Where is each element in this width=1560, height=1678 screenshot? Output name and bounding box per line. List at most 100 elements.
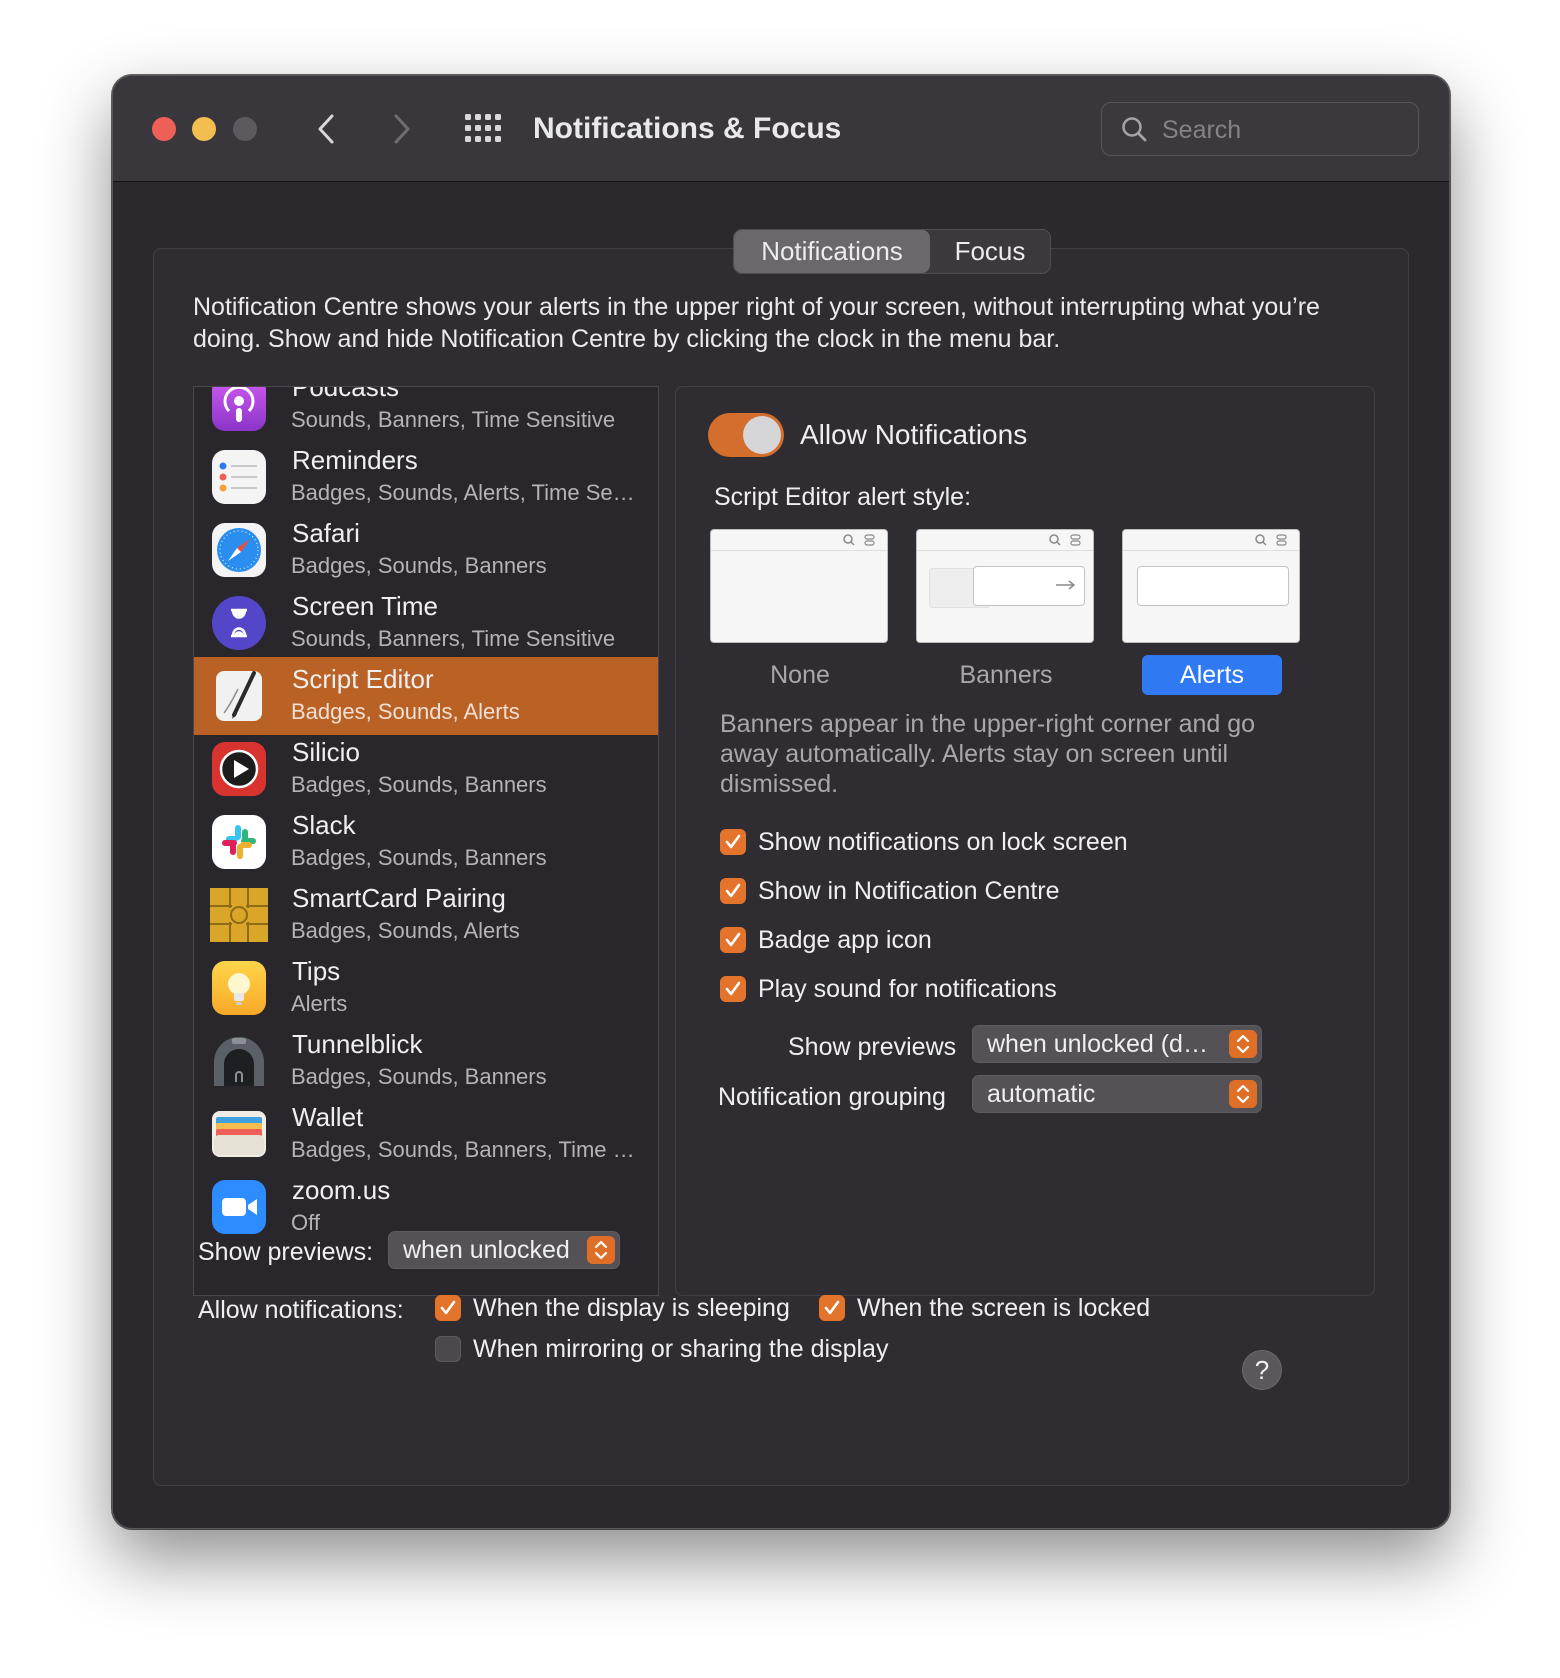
checkbox-label: When mirroring or sharing the display	[473, 1334, 889, 1363]
checkbox-checked[interactable]	[720, 878, 746, 904]
app-notification-summary: Badges, Sounds, Banners, Time Sensitive	[291, 1137, 641, 1162]
show-in-notification-centre-option[interactable]: Show in Notification Centre	[720, 876, 1060, 906]
checkbox-label: When the screen is locked	[857, 1293, 1151, 1322]
app-notification-summary: Badges, Sounds, Alerts	[291, 699, 520, 724]
safari-icon	[212, 523, 266, 577]
app-notification-summary: Sounds, Banners, Time Sensitive	[291, 626, 616, 651]
list-item[interactable]: Safari Badges, Sounds, Banners	[194, 511, 658, 589]
arrow-right-icon	[1056, 580, 1076, 590]
wallet-icon	[212, 1111, 266, 1157]
allow-when-screen-locked-option[interactable]: When the screen is locked	[819, 1293, 1150, 1323]
list-item[interactable]: Screen Time Sounds, Banners, Time Sensit…	[194, 584, 658, 662]
checkmark-icon	[440, 1300, 456, 1315]
tab-bar: Notifications Focus	[733, 229, 1051, 274]
menu-bar-icons	[843, 534, 875, 546]
search-input[interactable]	[1160, 111, 1404, 149]
menu-bar-icons	[1255, 534, 1287, 546]
back-button[interactable]	[305, 106, 349, 152]
app-notification-summary: Badges, Sounds, Banners	[291, 772, 547, 797]
intro-text: Notification Centre shows your alerts in…	[193, 293, 1320, 353]
app-list[interactable]: Podcasts Sounds, Banners, Time Sensitive…	[193, 386, 659, 1296]
help-button[interactable]: ?	[1242, 1350, 1282, 1390]
close-window-button[interactable]	[152, 117, 176, 141]
app-notification-summary: Badges, Sounds, Banners	[291, 845, 547, 870]
alert-style-preview	[710, 529, 888, 643]
checkmark-icon	[725, 932, 741, 947]
show-on-lock-screen-option[interactable]: Show notifications on lock screen	[720, 827, 1128, 857]
alert-style-label: Script Editor alert style:	[714, 483, 972, 511]
checkbox-checked[interactable]	[720, 829, 746, 855]
select-arrows-icon	[1229, 1080, 1257, 1108]
alert-style-banners[interactable]: Banners	[916, 529, 1096, 695]
play-sound-option[interactable]: Play sound for notifications	[720, 974, 1057, 1004]
minimize-window-button[interactable]	[192, 117, 216, 141]
select-arrows-icon	[1229, 1030, 1257, 1058]
menu-bar-icons	[1049, 534, 1081, 546]
list-item[interactable]: Silicio Badges, Sounds, Banners	[194, 730, 658, 808]
allow-notifications-label: Allow Notifications	[800, 419, 1028, 450]
checkbox-checked[interactable]	[720, 927, 746, 953]
search-field[interactable]	[1101, 102, 1419, 156]
search-icon	[1122, 117, 1147, 142]
app-name: Safari	[292, 518, 360, 548]
app-notification-summary: Alerts	[291, 991, 348, 1016]
chevron-left-icon	[318, 114, 334, 144]
tab-focus[interactable]: Focus	[930, 230, 1050, 273]
checkbox-checked[interactable]	[435, 1295, 461, 1321]
show-all-button[interactable]	[462, 109, 504, 151]
checkmark-icon	[725, 981, 741, 996]
slack-icon	[212, 815, 266, 869]
checkbox-label: When the display is sleeping	[473, 1293, 790, 1322]
alert-style-alerts-label: Alerts	[1142, 655, 1282, 695]
alert-style-none[interactable]: None	[710, 529, 890, 695]
list-item[interactable]: Tips Alerts	[194, 949, 658, 1027]
screen-time-icon	[212, 596, 266, 650]
global-show-previews-select[interactable]: when unlocked	[388, 1231, 620, 1269]
app-notification-summary: Badges, Sounds, Alerts, Time Sensitive	[291, 480, 641, 505]
silicio-icon	[212, 742, 266, 796]
list-item[interactable]: Wallet Badges, Sounds, Banners, Time Sen…	[194, 1095, 658, 1173]
badge-app-icon-option[interactable]: Badge app icon	[720, 925, 932, 955]
zoom-window-button[interactable]	[233, 117, 257, 141]
list-item-selected[interactable]: Script Editor Badges, Sounds, Alerts	[194, 657, 658, 735]
zoom-icon	[212, 1180, 266, 1234]
checkmark-icon	[725, 834, 741, 849]
alert-style-alerts[interactable]: Alerts	[1122, 529, 1302, 695]
select-value: automatic	[987, 1080, 1096, 1108]
list-item[interactable]: Tunnelblick Badges, Sounds, Banners	[194, 1022, 658, 1100]
checkbox-checked[interactable]	[720, 976, 746, 1002]
title-bar: Notifications & Focus	[113, 76, 1449, 182]
select-arrows-icon	[587, 1236, 615, 1264]
checkmark-icon	[824, 1300, 840, 1315]
checkbox-checked[interactable]	[819, 1295, 845, 1321]
notification-grouping-label: Notification grouping	[718, 1083, 946, 1111]
list-item[interactable]: Podcasts Sounds, Banners, Time Sensitive	[194, 386, 658, 443]
tunnelblick-icon	[214, 1037, 264, 1086]
allow-when-display-sleeping-option[interactable]: When the display is sleeping	[435, 1293, 790, 1323]
forward-button[interactable]	[379, 106, 423, 152]
app-notification-summary: Badges, Sounds, Alerts	[291, 918, 520, 943]
list-item[interactable]: Slack Badges, Sounds, Banners	[194, 803, 658, 881]
window-title: Notifications & Focus	[533, 112, 842, 145]
podcasts-icon	[212, 387, 266, 431]
global-allow-notifications-label: Allow notifications:	[198, 1296, 404, 1324]
show-previews-select[interactable]: when unlocked (default)	[972, 1025, 1262, 1063]
tips-icon	[212, 961, 266, 1015]
allow-when-mirroring-option[interactable]: When mirroring or sharing the display	[435, 1334, 888, 1364]
checkmark-icon	[725, 883, 741, 898]
app-name: Podcasts	[292, 386, 399, 402]
list-item[interactable]: SmartCard Pairing Badges, Sounds, Alerts	[194, 876, 658, 954]
checkbox-label: Play sound for notifications	[758, 974, 1057, 1003]
checkbox-unchecked[interactable]	[435, 1336, 461, 1362]
toggle-knob	[743, 416, 781, 454]
show-previews-label: Show previews	[788, 1033, 957, 1061]
app-name: zoom.us	[292, 1175, 391, 1205]
app-name: SmartCard Pairing	[292, 883, 506, 913]
allow-notifications-toggle[interactable]	[708, 413, 784, 457]
alert-style-banners-label: Banners	[959, 661, 1053, 689]
notification-grouping-select[interactable]: automatic	[972, 1075, 1262, 1113]
grid-icon	[465, 114, 501, 142]
app-name: Reminders	[292, 445, 418, 475]
tab-notifications[interactable]: Notifications	[734, 230, 930, 273]
list-item[interactable]: Reminders Badges, Sounds, Alerts, Time S…	[194, 438, 658, 516]
